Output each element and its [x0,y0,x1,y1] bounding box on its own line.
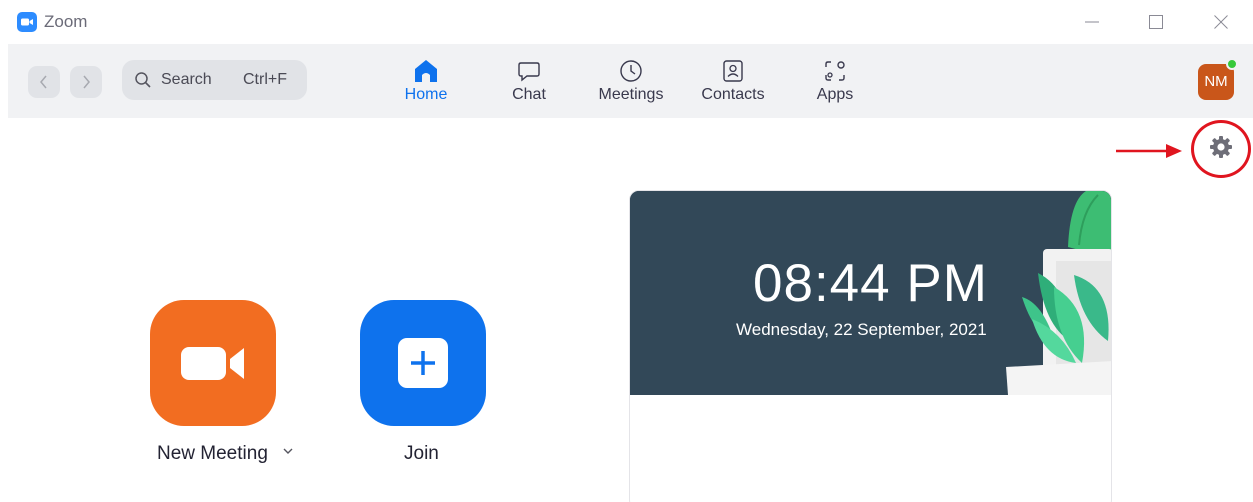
tab-contacts[interactable]: Contacts [687,54,779,110]
video-camera-icon [181,347,244,380]
maximize-icon [1149,15,1163,29]
join-button[interactable] [360,300,486,426]
plus-icon [398,338,448,388]
window-title: Zoom [44,12,88,31]
chevron-right-icon [83,75,90,89]
maximize-button[interactable] [1141,8,1171,36]
chat-bubble-icon [518,62,540,82]
tab-label: Contacts [701,86,765,103]
join-label[interactable]: Join [404,443,439,465]
tab-label: Apps [816,86,854,103]
home-icon [415,60,437,82]
chevron-down-icon[interactable] [283,447,293,455]
avatar-initials: NM [1204,73,1228,90]
clock-card-header: 08:44 PM Wednesday, 22 September, 2021 [630,191,1111,395]
clock-card: 08:44 PM Wednesday, 22 September, 2021 [629,190,1112,502]
close-icon [1214,15,1228,29]
forward-button[interactable] [70,66,102,98]
online-status-dot [1226,58,1238,70]
contact-card-icon [723,60,743,82]
annotation-circle [1191,120,1251,178]
tab-label: Chat [512,86,546,103]
search-label: Search [161,71,212,88]
clock-date: Wednesday, 22 September, 2021 [736,320,987,339]
annotation-arrow-icon [1116,144,1182,158]
title-bar: Zoom [0,0,1253,44]
tab-chat[interactable]: Chat [483,54,575,110]
new-meeting-button[interactable] [150,300,276,426]
tab-label: Meetings [598,86,664,103]
tab-label: Home [404,86,448,103]
chevron-left-icon [40,75,47,89]
clock-icon [620,60,642,82]
close-button[interactable] [1206,8,1236,36]
search-shortcut-hint: Ctrl+F [243,71,287,88]
zoom-logo-icon [17,12,37,32]
back-button[interactable] [28,66,60,98]
minimize-button[interactable] [1077,8,1107,36]
tab-meetings[interactable]: Meetings [585,54,677,110]
tab-home[interactable]: Home [380,54,472,110]
minimize-icon [1085,21,1099,23]
top-navigation-bar: Search Ctrl+F Home Chat Meetings Contact… [8,44,1253,118]
clock-time: 08:44 PM [753,254,988,313]
apps-icon [825,61,845,81]
search-icon [135,72,151,88]
new-meeting-label[interactable]: New Meeting [157,443,268,465]
tab-apps[interactable]: Apps [789,54,881,110]
search-bar[interactable]: Search Ctrl+F [122,60,307,100]
